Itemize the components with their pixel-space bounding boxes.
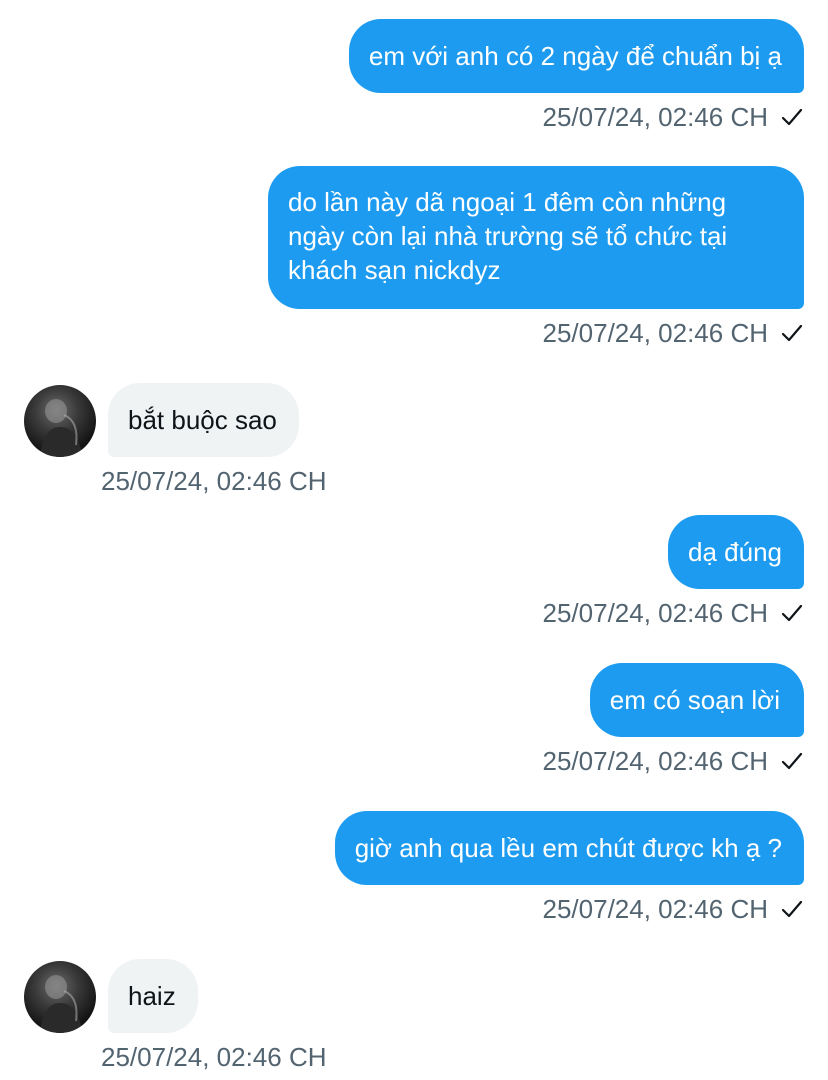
timestamp-text: 25/07/24, 02:46 CH <box>542 894 769 924</box>
timestamp-text: 25/07/24, 02:46 CH <box>101 1042 327 1072</box>
outgoing-message-bubble[interactable]: giờ anh qua lều em chút được kh ạ ? <box>334 811 804 885</box>
incoming-message-bubble[interactable]: haiz <box>108 959 198 1033</box>
message-timestamp: 25/07/24, 02:46 CH <box>101 464 327 498</box>
message-timestamp: 25/07/24, 02:46 CH <box>543 744 805 778</box>
profile-photo-icon <box>40 975 82 1033</box>
checkmark-icon <box>781 900 803 918</box>
profile-photo-icon <box>40 399 82 457</box>
checkmark-icon <box>781 108 803 126</box>
message-timestamp: 25/07/24, 02:46 CH <box>543 892 805 926</box>
avatar[interactable] <box>24 961 96 1033</box>
avatar[interactable] <box>24 385 96 457</box>
message-timestamp: 25/07/24, 02:46 CH <box>543 596 805 630</box>
outgoing-message-bubble[interactable]: em với anh có 2 ngày để chuẩn bị ạ <box>348 19 804 93</box>
timestamp-text: 25/07/24, 02:46 CH <box>542 318 769 348</box>
timestamp-text: 25/07/24, 02:46 CH <box>101 466 327 496</box>
incoming-message-bubble[interactable]: bắt buộc sao <box>108 383 299 457</box>
checkmark-icon <box>781 604 803 622</box>
message-timestamp: 25/07/24, 02:46 CH <box>543 100 805 134</box>
timestamp-text: 25/07/24, 02:46 CH <box>542 102 769 132</box>
outgoing-message-bubble[interactable]: em có soạn lời <box>589 663 804 737</box>
message-timestamp: 25/07/24, 02:46 CH <box>101 1040 327 1074</box>
timestamp-text: 25/07/24, 02:46 CH <box>542 598 769 628</box>
outgoing-message-bubble[interactable]: do lần này dã ngoại 1 đêm còn những ngày… <box>268 166 804 309</box>
outgoing-message-bubble[interactable]: dạ đúng <box>668 515 804 589</box>
checkmark-icon <box>781 324 803 342</box>
checkmark-icon <box>781 752 803 770</box>
timestamp-text: 25/07/24, 02:46 CH <box>542 746 769 776</box>
message-timestamp: 25/07/24, 02:46 CH <box>543 316 805 350</box>
chat-thread: em với anh có 2 ngày để chuẩn bị ạ 25/07… <box>0 0 828 1080</box>
